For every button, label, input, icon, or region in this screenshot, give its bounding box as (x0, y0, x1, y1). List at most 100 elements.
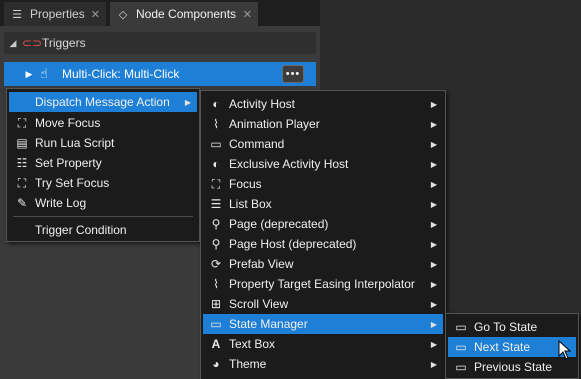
menu-item-page-deprecated[interactable]: ⚲ Page (deprecated) ▶ (203, 214, 443, 234)
state-icon: ▭ (455, 320, 467, 334)
menu-item-label: Property Target Easing Interpolator (229, 277, 415, 291)
submenu-arrow-icon: ▶ (430, 179, 437, 189)
mouse-cursor-icon (558, 340, 572, 360)
submenu-arrow-icon: ▶ (430, 219, 437, 229)
dispatch-message-submenu: ◐ Activity Host ▶ ⌇ Animation Player ▶ ▭… (200, 90, 446, 379)
menu-item-label: Write Log (35, 196, 87, 210)
menu-item-move-focus[interactable]: ⛶ Move Focus (9, 113, 197, 133)
menu-item-page-host-deprecated[interactable]: ⚲ Page Host (deprecated) ▶ (203, 234, 443, 254)
log-icon: ✎ (16, 196, 28, 210)
menu-item-label: Page (deprecated) (229, 217, 329, 231)
menu-item-label: Set Property (35, 156, 102, 170)
menu-item-label: Animation Player (229, 117, 320, 131)
trigger-item-label: Multi-Click: Multi-Click (62, 67, 180, 81)
menu-item-prefab-view[interactable]: ⟳ Prefab View ▶ (203, 254, 443, 274)
animation-icon: ⌇ (213, 117, 219, 131)
submenu-arrow-icon: ▶ (430, 359, 437, 369)
menu-item-label: Theme (229, 357, 267, 371)
menu-item-go-to-state[interactable]: ▭ Go To State (448, 317, 576, 337)
submenu-arrow-icon: ▶ (430, 339, 437, 349)
submenu-arrow-icon: ▶ (430, 199, 437, 209)
menu-item-write-log[interactable]: ✎ Write Log (9, 193, 197, 213)
prefab-icon: ⟳ (210, 257, 222, 271)
menu-item-label: Dispatch Message Action (35, 95, 170, 109)
state-manager-icon: ▭ (210, 317, 222, 331)
menu-item-label: Try Set Focus (35, 176, 110, 190)
tab-properties[interactable]: ☰ Properties ✕ (4, 2, 106, 26)
menu-item-label: Text Box (229, 337, 276, 351)
menu-item-trigger-condition[interactable]: Trigger Condition (9, 220, 197, 240)
tab-label: Properties (30, 7, 85, 21)
submenu-arrow-icon: ▶ (430, 279, 437, 289)
menu-item-previous-state[interactable]: ▭ Previous State (448, 357, 576, 377)
menu-item-next-state[interactable]: ▭ Next State (448, 337, 576, 357)
focus-icon: ⛶ (17, 115, 27, 130)
menu-item-label: Go To State (474, 320, 538, 334)
menu-item-label: Trigger Condition (35, 223, 127, 237)
menu-item-animation-player[interactable]: ⌇ Animation Player ▶ (203, 114, 443, 134)
submenu-arrow-icon: ▶ (430, 139, 437, 149)
trigger-icon: ⊂⊃ (22, 36, 43, 50)
expand-arrow-icon[interactable]: ▶ (22, 69, 36, 80)
menu-item-theme[interactable]: ◕ Theme ▶ (203, 354, 443, 374)
menu-item-command[interactable]: ▭ Command ▶ (203, 134, 443, 154)
menu-item-focus[interactable]: ⛶ Focus ▶ (203, 174, 443, 194)
submenu-arrow-icon: ▶ (430, 119, 437, 129)
submenu-arrow-icon: ▶ (430, 99, 437, 109)
close-icon[interactable]: ✕ (243, 8, 252, 21)
menu-item-label: Prefab View (229, 257, 294, 271)
menu-item-label: Focus (229, 177, 262, 191)
add-action-menu: Dispatch Message Action ▶ ⛶ Move Focus ▤… (6, 88, 200, 242)
menu-item-label: Previous State (474, 360, 553, 374)
list-box-icon: ☰ (210, 197, 222, 211)
menu-item-label: Exclusive Activity Host (229, 157, 349, 171)
close-icon[interactable]: ✕ (91, 8, 100, 21)
tab-node-components[interactable]: ◇ Node Components ✕ (110, 2, 258, 26)
state-icon: ▭ (455, 340, 467, 354)
menu-item-run-lua-script[interactable]: ▤ Run Lua Script (9, 133, 197, 153)
activity-host-icon: ◐ (212, 157, 220, 171)
menu-item-label: Next State (474, 340, 531, 354)
more-options-button[interactable]: ••• (282, 65, 304, 83)
menu-item-state-manager[interactable]: ▭ State Manager ▶ (203, 314, 443, 334)
components-icon: ◇ (118, 8, 128, 21)
trigger-item-multi-click[interactable]: ▶ ☝ Multi-Click: Multi-Click ••• (4, 62, 316, 86)
menu-item-activity-host[interactable]: ◐ Activity Host ▶ (203, 94, 443, 114)
text-box-icon: A (211, 337, 221, 351)
page-host-icon: ⚲ (211, 237, 221, 251)
submenu-arrow-icon: ▶ (430, 299, 437, 309)
menu-item-set-property[interactable]: ☷ Set Property (9, 153, 197, 173)
menu-item-label: Activity Host (229, 97, 296, 111)
menu-item-label: List Box (229, 197, 272, 211)
menu-item-label: State Manager (229, 317, 308, 331)
menu-item-exclusive-activity-host[interactable]: ◐ Exclusive Activity Host ▶ (203, 154, 443, 174)
list-icon: ☰ (12, 8, 22, 21)
menu-item-label: Command (229, 137, 285, 151)
menu-item-label: Run Lua Script (35, 136, 115, 150)
theme-icon: ◕ (212, 357, 220, 371)
focus-icon: ⛶ (211, 176, 221, 191)
menu-item-scroll-view[interactable]: ⊞ Scroll View ▶ (203, 294, 443, 314)
menu-item-list-box[interactable]: ☰ List Box ▶ (203, 194, 443, 214)
property-icon: ☷ (16, 156, 28, 170)
menu-separator (13, 216, 193, 217)
menu-item-property-target-easing-interpolator[interactable]: ⌇ Property Target Easing Interpolator ▶ (203, 274, 443, 294)
submenu-arrow-icon: ▶ (430, 239, 437, 249)
interpolator-icon: ⌇ (213, 277, 219, 291)
triggers-label: Triggers (42, 36, 86, 50)
triggers-section-header[interactable]: ◢ ⊂⊃ Triggers (4, 32, 316, 54)
menu-item-label: Page Host (deprecated) (229, 237, 357, 251)
collapse-arrow-icon[interactable]: ◢ (6, 38, 20, 49)
submenu-arrow-icon: ▶ (430, 319, 437, 329)
menu-item-dispatch-message-action[interactable]: Dispatch Message Action ▶ (9, 92, 197, 112)
submenu-arrow-icon: ▶ (430, 159, 437, 169)
menu-item-try-set-focus[interactable]: ⛶ Try Set Focus (9, 173, 197, 193)
page-icon: ⚲ (211, 217, 221, 231)
scroll-view-icon: ⊞ (210, 297, 222, 311)
submenu-arrow-icon: ▶ (184, 97, 191, 107)
focus-icon: ⛶ (17, 175, 27, 190)
menu-item-label: Scroll View (229, 297, 289, 311)
menu-item-label: Move Focus (35, 116, 101, 130)
state-icon: ▭ (455, 360, 467, 374)
menu-item-text-box[interactable]: A Text Box ▶ (203, 334, 443, 354)
